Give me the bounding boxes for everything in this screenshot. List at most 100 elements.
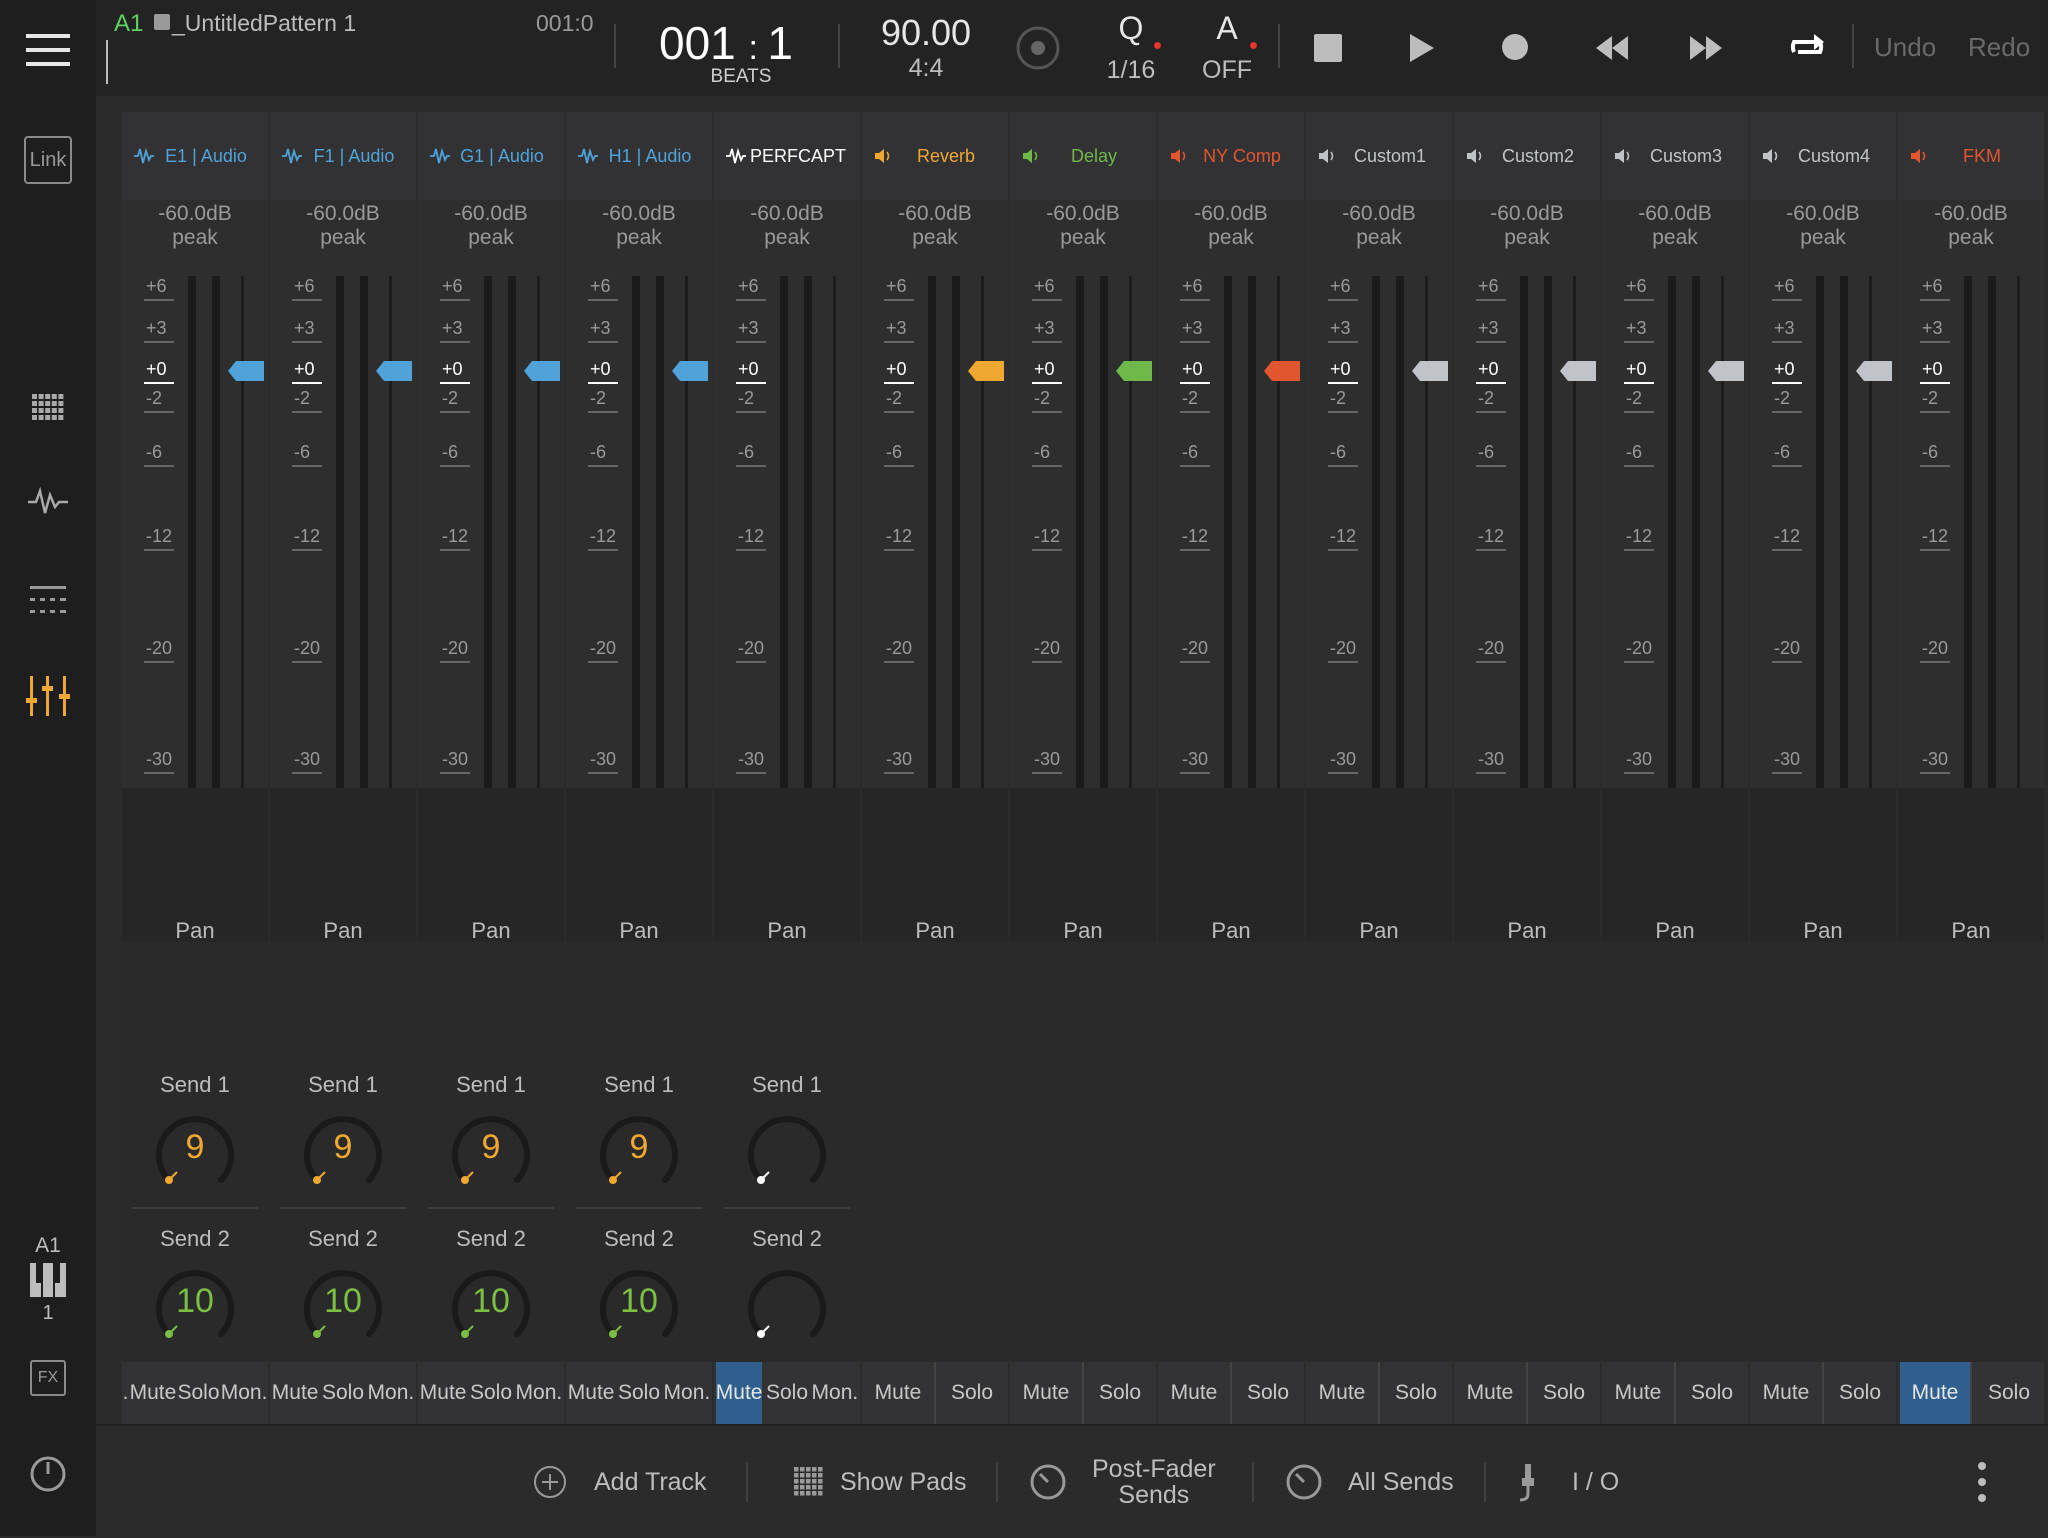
mon-button[interactable]: Mon.	[812, 1362, 859, 1424]
keyboard-icon[interactable]	[0, 1262, 96, 1298]
channel-header[interactable]: Delay	[1010, 112, 1156, 200]
mon-button[interactable]: Mon.	[221, 1362, 268, 1424]
channel-header[interactable]: FKM	[1898, 112, 2044, 200]
mute-button[interactable]: Mute	[420, 1362, 467, 1424]
mon-button[interactable]: Mon.	[516, 1362, 563, 1424]
solo-button[interactable]: Solo	[322, 1362, 364, 1424]
io-button[interactable]: I / O	[1514, 1426, 1619, 1538]
pattern-name[interactable]: _UntitledPattern 1	[172, 10, 356, 37]
solo-button[interactable]: Solo	[1676, 1362, 1748, 1424]
more-options-icon[interactable]	[1976, 1426, 1988, 1538]
fader-scale[interactable]: +6+3+0-2-6-12-20-30-40	[1602, 200, 1748, 800]
channel-header[interactable]: PERFCAPT	[714, 112, 860, 200]
fader-scale[interactable]: +6+3+0-2-6-12-20-30-40	[566, 200, 712, 800]
redo-button[interactable]: Redo	[1968, 32, 2030, 63]
send2-knob[interactable]: 10	[145, 1254, 245, 1354]
link-button[interactable]: Link	[0, 132, 96, 188]
solo-button[interactable]: Solo	[470, 1362, 512, 1424]
channel-header[interactable]: Custom3	[1602, 112, 1748, 200]
send1-knob[interactable]: 9	[441, 1100, 541, 1200]
fader-handle[interactable]	[228, 361, 264, 381]
channel-header[interactable]: E1 | Audio	[122, 112, 268, 200]
mute-button[interactable]: Mute	[1306, 1362, 1380, 1424]
mute-button[interactable]: Mute	[1454, 1362, 1528, 1424]
fader-scale[interactable]: +6+3+0-2-6-12-20-30-40	[1750, 200, 1896, 800]
solo-button[interactable]: Solo	[1824, 1362, 1896, 1424]
fader-scale[interactable]: +6+3+0-2-6-12-20-30-40	[1158, 200, 1304, 800]
undo-button[interactable]: Undo	[1874, 32, 1936, 63]
position-display[interactable]: 001 : 1	[636, 16, 816, 70]
fader-handle[interactable]	[1116, 361, 1152, 381]
channel-header[interactable]: G1 | Audio	[418, 112, 564, 200]
solo-button[interactable]: Solo	[618, 1362, 660, 1424]
mute-button[interactable]: Mute	[568, 1362, 615, 1424]
loop-icon[interactable]	[1788, 30, 1826, 69]
rewind-icon[interactable]	[1594, 34, 1630, 67]
fader-handle[interactable]	[524, 361, 560, 381]
fader-handle[interactable]	[968, 361, 1004, 381]
channel-header[interactable]: H1 | Audio	[566, 112, 712, 200]
solo-button[interactable]: Solo	[1528, 1362, 1600, 1424]
tempo-display[interactable]: 90.00	[856, 12, 996, 54]
solo-button[interactable]: Solo	[1084, 1362, 1156, 1424]
fader-handle[interactable]	[1560, 361, 1596, 381]
fader-scale[interactable]: +6+3+0-2-6-12-20-30-40	[418, 200, 564, 800]
mute-button[interactable]: Mute	[1750, 1362, 1824, 1424]
mute-button[interactable]: Mute	[862, 1362, 936, 1424]
mon-button[interactable]: Mon.	[368, 1362, 415, 1424]
fader-scale[interactable]: +6+3+0-2-6-12-20-30-40	[862, 200, 1008, 800]
fader-handle[interactable]	[672, 361, 708, 381]
send1-knob[interactable]: 9	[293, 1100, 393, 1200]
fast-forward-icon[interactable]	[1688, 34, 1724, 67]
send1-knob[interactable]	[737, 1100, 837, 1200]
send2-knob[interactable]	[737, 1254, 837, 1354]
solo-button[interactable]: Solo	[1232, 1362, 1304, 1424]
mute-button[interactable]: Mute	[1900, 1362, 1972, 1424]
send2-knob[interactable]: 10	[293, 1254, 393, 1354]
fader-handle[interactable]	[1708, 361, 1744, 381]
pads-grid-icon[interactable]	[0, 388, 96, 428]
mixer-icon[interactable]	[0, 674, 96, 718]
settings-knob-icon[interactable]	[0, 1448, 96, 1500]
fader-scale[interactable]: +6+3+0-2-6-12-20-30-40	[1306, 200, 1452, 800]
all-sends-button[interactable]: All Sends	[1284, 1426, 1454, 1538]
channel-header[interactable]: Reverb	[862, 112, 1008, 200]
stop-icon[interactable]	[1314, 34, 1342, 62]
sequencer-icon[interactable]	[0, 580, 96, 620]
channel-header[interactable]: Custom1	[1306, 112, 1452, 200]
solo-button[interactable]: Solo	[1380, 1362, 1452, 1424]
send1-knob[interactable]: 9	[589, 1100, 689, 1200]
solo-button[interactable]: Solo	[936, 1362, 1008, 1424]
fader-scale[interactable]: +6+3+0-2-6-12-20-30-40	[1454, 200, 1600, 800]
mute-button[interactable]: Mute	[1010, 1362, 1084, 1424]
mute-button[interactable]: Mute	[715, 1362, 763, 1424]
solo-button[interactable]: Solo	[1974, 1362, 2044, 1424]
channel-header[interactable]: Custom2	[1454, 112, 1600, 200]
metronome-icon[interactable]	[1014, 24, 1062, 77]
channel-header[interactable]: Custom4	[1750, 112, 1896, 200]
mon-button[interactable]: Mon.	[664, 1362, 711, 1424]
solo-button[interactable]: Solo	[178, 1362, 220, 1424]
fader-scale[interactable]: +6+3+0-2-6-12-20-30-40	[714, 200, 860, 800]
channel-header[interactable]: NY Comp	[1158, 112, 1304, 200]
automation-value[interactable]: OFF	[1192, 56, 1262, 85]
channel-header[interactable]: F1 | Audio	[270, 112, 416, 200]
fader-scale[interactable]: +6+3+0-2-6-12-20-30-40	[1010, 200, 1156, 800]
fader-handle[interactable]	[1856, 361, 1892, 381]
post-fader-sends-button[interactable]: Post-Fader Sends	[1028, 1426, 1216, 1538]
send2-knob[interactable]: 10	[441, 1254, 541, 1354]
fx-button[interactable]: FX	[0, 1356, 96, 1400]
fader-scale[interactable]: +6+3+0-2-6-12-20-30-40	[270, 200, 416, 800]
mute-button[interactable]: Mute	[130, 1362, 177, 1424]
fader-handle[interactable]	[1412, 361, 1448, 381]
time-signature[interactable]: 4:4	[856, 54, 996, 83]
menu-icon[interactable]	[0, 20, 96, 80]
send2-knob[interactable]: 10	[589, 1254, 689, 1354]
fader-handle[interactable]	[376, 361, 412, 381]
mute-button[interactable]: Mute	[1158, 1362, 1232, 1424]
record-icon[interactable]	[1502, 34, 1528, 60]
add-track-button[interactable]: Add Track	[532, 1426, 707, 1538]
waveform-view-icon[interactable]	[0, 482, 96, 522]
solo-button[interactable]: Solo	[766, 1362, 808, 1424]
show-pads-button[interactable]: Show Pads	[794, 1426, 966, 1538]
